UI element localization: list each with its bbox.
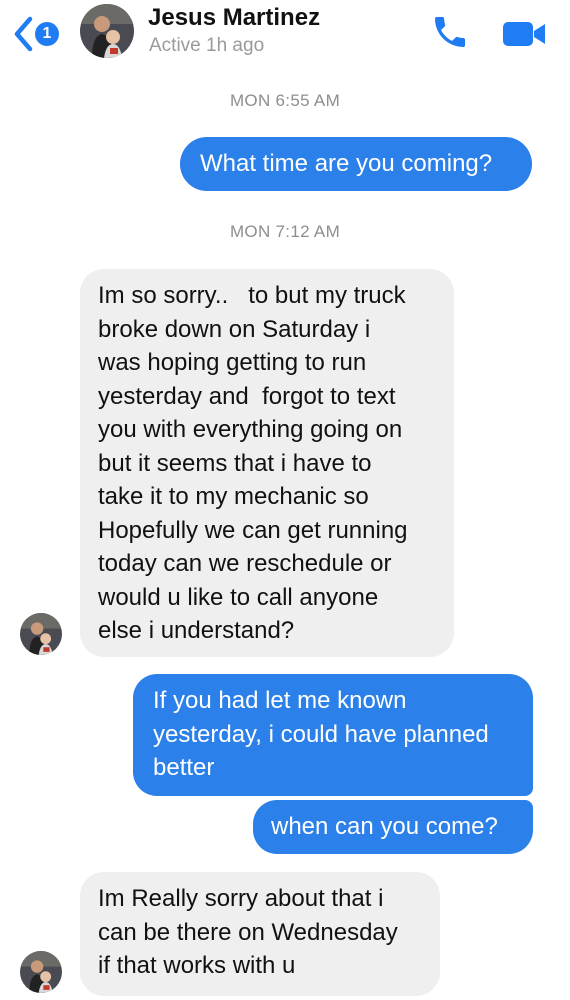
incoming-message[interactable]: Im Really sorry about that i can be ther…: [80, 872, 440, 996]
contact-avatar-small: [20, 951, 62, 993]
outgoing-message[interactable]: when can you come?: [253, 800, 533, 854]
outgoing-message[interactable]: What time are you coming?: [180, 137, 532, 191]
timestamp: MON 6:55 AM: [229, 91, 341, 110]
active-status: Active 1h ago: [149, 35, 265, 56]
chevron-left-icon: [14, 16, 33, 52]
contact-avatar-small: [20, 613, 62, 655]
contact-name: Jesus Martinez: [148, 4, 321, 31]
phone-icon: [435, 17, 465, 47]
back-button[interactable]: 1: [12, 14, 72, 54]
outgoing-message[interactable]: If you had let me known yesterday, i cou…: [133, 674, 533, 796]
video-call-button[interactable]: [500, 14, 548, 54]
incoming-message[interactable]: Im so sorry.. to but my truck broke down…: [80, 269, 454, 657]
contact-avatar[interactable]: [80, 4, 134, 58]
unread-badge: 1: [35, 22, 59, 46]
video-camera-icon: [503, 22, 545, 46]
chat-header: 1 Jesus Martinez Active 1h ago: [0, 0, 570, 72]
timestamp: MON 7:12 AM: [229, 222, 341, 241]
call-button[interactable]: [430, 12, 472, 54]
